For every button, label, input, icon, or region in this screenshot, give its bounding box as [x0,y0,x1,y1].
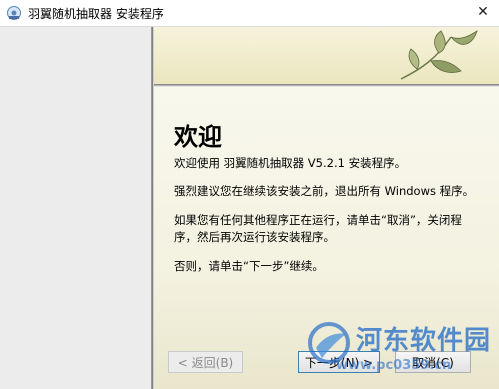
banner-separator [154,84,499,87]
sidebar-panel [0,27,151,389]
back-button[interactable]: < 返回(B) [168,351,243,373]
continue-text: 否则，请单击“下一步”继续。 [174,259,324,273]
page-title: 欢迎 [174,123,222,151]
installer-app-icon [7,6,21,20]
button-bar: < 返回(B) 下一步(N) > 取消(C) [151,340,499,389]
close-icon[interactable]: ✕ [473,2,493,22]
instruction-text-line-1: 如果您有任何其他程序正在运行，请单击“取消”，关闭程 [174,213,462,227]
window-title: 羽翼随机抽取器 安装程序 [28,7,164,21]
header-banner [154,27,499,84]
instruction-text-line-2: 序，然后再次运行该安装程序。 [174,230,335,244]
warning-text: 强烈建议您在继续该安装之前，退出所有 Windows 程序。 [174,184,475,198]
title-bar: 羽翼随机抽取器 安装程序 ✕ [0,0,499,27]
cancel-button[interactable]: 取消(C) [395,351,471,373]
main-panel: 欢迎 欢迎使用 羽翼随机抽取器 V5.2.1 安装程序。 强烈建议您在继续该安装… [154,27,499,389]
welcome-text: 欢迎使用 羽翼随机抽取器 V5.2.1 安装程序。 [174,156,407,170]
leaf-icon [400,30,478,80]
next-button[interactable]: 下一步(N) > [298,351,380,373]
